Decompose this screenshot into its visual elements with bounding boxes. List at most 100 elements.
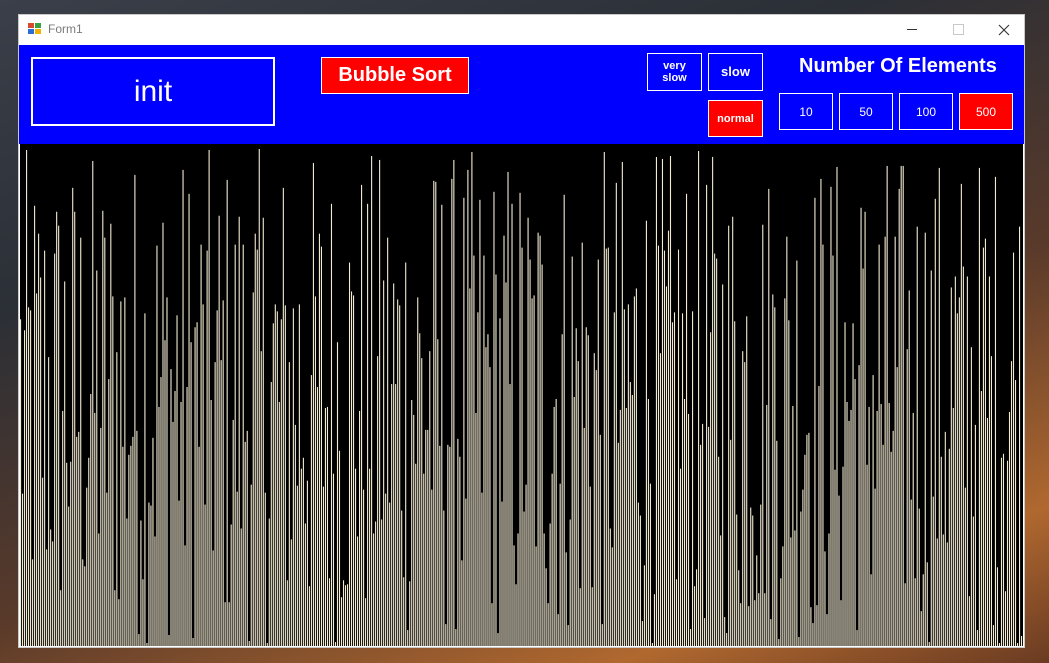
elements-10-button[interactable]: 10 bbox=[779, 93, 833, 130]
array-bar bbox=[306, 480, 308, 646]
array-bar bbox=[936, 538, 938, 646]
array-bar bbox=[42, 477, 44, 646]
array-bar bbox=[1000, 457, 1003, 646]
array-bar bbox=[788, 320, 790, 646]
speed-normal-button[interactable]: normal bbox=[708, 100, 763, 137]
array-bar bbox=[74, 211, 76, 646]
bubble-sort-button[interactable]: Bubble Sort bbox=[321, 57, 469, 94]
array-bar bbox=[403, 577, 405, 646]
array-bar bbox=[760, 504, 762, 646]
array-bar bbox=[262, 217, 264, 646]
array-bar bbox=[844, 322, 846, 646]
close-icon[interactable] bbox=[981, 15, 1027, 45]
array-bar bbox=[373, 533, 375, 646]
array-bar bbox=[906, 349, 908, 646]
array-bar bbox=[956, 313, 958, 646]
array-bar bbox=[44, 250, 46, 646]
array-bar bbox=[780, 578, 782, 646]
array-bar bbox=[344, 585, 347, 646]
array-bar bbox=[431, 489, 433, 646]
title-bar[interactable]: Form1 bbox=[19, 15, 1024, 45]
array-bar bbox=[40, 277, 42, 646]
elements-50-button[interactable]: 50 bbox=[839, 93, 893, 130]
array-bar bbox=[816, 605, 818, 646]
array-bar bbox=[132, 436, 134, 646]
array-bar bbox=[212, 550, 214, 646]
array-bar bbox=[36, 293, 38, 646]
array-bar bbox=[864, 211, 866, 646]
array-bar bbox=[226, 179, 228, 646]
array-bar bbox=[874, 488, 876, 646]
array-bar bbox=[499, 318, 501, 646]
array-bar bbox=[236, 491, 238, 646]
array-bar bbox=[928, 642, 930, 646]
minimize-icon[interactable] bbox=[889, 15, 935, 45]
array-bar bbox=[465, 498, 467, 646]
speed-very-slow-button[interactable]: very slow bbox=[647, 53, 702, 91]
array-bar bbox=[808, 432, 810, 646]
array-bar bbox=[868, 406, 870, 646]
array-bar bbox=[645, 220, 647, 646]
array-bar bbox=[104, 237, 106, 646]
array-bar bbox=[980, 391, 982, 646]
init-button[interactable]: init bbox=[31, 57, 275, 126]
array-bar bbox=[377, 356, 379, 646]
array-bar bbox=[750, 507, 752, 646]
array-bar bbox=[88, 457, 90, 646]
array-bar bbox=[964, 487, 966, 646]
array-bar bbox=[487, 334, 489, 646]
array-bar bbox=[483, 255, 485, 646]
array-bar bbox=[802, 489, 804, 646]
array-bar bbox=[282, 187, 284, 646]
array-bar bbox=[70, 461, 72, 646]
array-bar bbox=[740, 603, 742, 646]
array-bar bbox=[589, 486, 591, 646]
array-bar bbox=[463, 197, 465, 646]
array-bar bbox=[52, 541, 54, 646]
array-bar bbox=[810, 607, 812, 646]
array-bar bbox=[840, 600, 842, 646]
array-bar bbox=[673, 312, 676, 646]
array-bar bbox=[180, 401, 182, 646]
maximize-icon[interactable] bbox=[935, 15, 981, 45]
array-bar bbox=[320, 246, 322, 646]
array-bar bbox=[112, 296, 114, 646]
array-bar bbox=[34, 205, 36, 646]
array-bar bbox=[266, 643, 268, 646]
array-bar bbox=[523, 511, 525, 646]
array-bar bbox=[870, 574, 872, 646]
array-bar bbox=[222, 300, 224, 646]
array-bar bbox=[206, 250, 208, 646]
array-bar bbox=[942, 534, 944, 646]
array-bar bbox=[130, 445, 132, 646]
array-bar bbox=[178, 500, 180, 646]
array-bar bbox=[447, 444, 449, 646]
array-bar bbox=[720, 535, 722, 646]
array-bar bbox=[704, 618, 706, 646]
elements-100-button[interactable]: 100 bbox=[899, 93, 953, 130]
array-bar bbox=[988, 276, 990, 646]
array-bar bbox=[525, 484, 527, 646]
array-bar bbox=[545, 568, 547, 646]
array-bar bbox=[567, 625, 569, 646]
array-bar bbox=[770, 619, 772, 646]
form-app-icon bbox=[28, 23, 42, 35]
speed-slow-button[interactable]: slow bbox=[708, 53, 763, 91]
array-bar bbox=[878, 244, 880, 646]
array-bar bbox=[1006, 460, 1009, 646]
array-bar bbox=[692, 311, 694, 646]
array-bar bbox=[714, 253, 716, 646]
array-bar bbox=[110, 223, 112, 646]
array-bar bbox=[350, 291, 353, 646]
array-bar bbox=[575, 328, 577, 646]
array-bar bbox=[224, 602, 226, 646]
array-bar bbox=[393, 283, 395, 646]
array-bar bbox=[834, 469, 836, 646]
array-bar bbox=[158, 406, 160, 646]
elements-500-button[interactable]: 500 bbox=[959, 93, 1013, 130]
array-bar bbox=[272, 323, 274, 646]
array-bar bbox=[369, 468, 371, 646]
array-bar bbox=[539, 235, 541, 646]
array-bar bbox=[790, 537, 792, 646]
array-bar bbox=[772, 294, 774, 646]
